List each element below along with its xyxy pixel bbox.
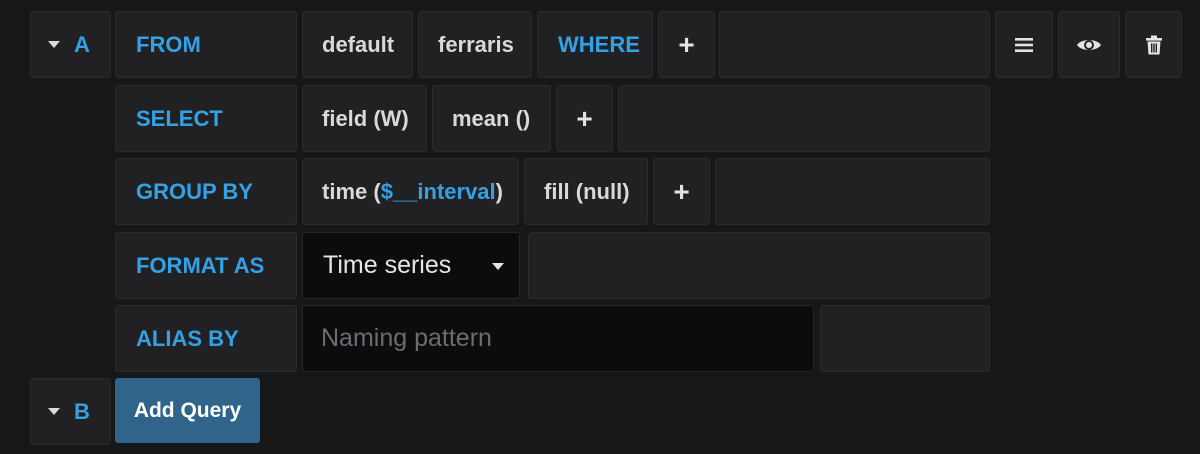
group-by-row-filler [715, 158, 990, 225]
group-by-fill-segment[interactable]: fill (null) [524, 158, 648, 225]
alias-by-input[interactable]: Naming pattern [302, 305, 814, 372]
query-b-toggle[interactable]: B [30, 378, 111, 445]
group-by-time-segment[interactable]: time ($__interval) [302, 158, 519, 225]
delete-query-button[interactable] [1125, 11, 1182, 78]
group-by-time-suffix: ) [495, 178, 503, 204]
format-as-select[interactable]: Time series [302, 232, 520, 299]
toggle-visibility-button[interactable] [1058, 11, 1120, 78]
add-query-button[interactable]: Add Query [115, 378, 260, 443]
select-keyword: SELECT [115, 85, 297, 152]
from-policy-segment[interactable]: default [302, 11, 413, 78]
select-field-segment[interactable]: field (W) [302, 85, 427, 152]
format-as-keyword: FORMAT AS [115, 232, 297, 299]
eye-icon [1077, 39, 1101, 50]
select-row-filler [618, 85, 990, 152]
chevron-down-icon [492, 263, 504, 270]
query-ref-id: A [74, 31, 90, 57]
interval-variable: $__interval [380, 178, 496, 204]
hamburger-menu-icon [1015, 37, 1033, 52]
query-ref-id: B [74, 398, 90, 424]
query-a-toggle[interactable]: A [30, 11, 111, 78]
where-keyword: WHERE [537, 11, 653, 78]
format-as-selected-value: Time series [323, 251, 452, 279]
select-function-segment[interactable]: mean () [432, 85, 551, 152]
query-menu-button[interactable] [995, 11, 1053, 78]
group-by-time-prefix: time ( [322, 178, 381, 204]
alias-by-placeholder: Naming pattern [321, 324, 492, 352]
format-as-row-filler [528, 232, 990, 299]
add-group-by-button[interactable]: + [653, 158, 710, 225]
add-where-button[interactable]: + [658, 11, 715, 78]
add-select-button[interactable]: + [556, 85, 613, 152]
caret-down-icon [48, 408, 60, 415]
query-editor: A FROM default ferraris WHERE + SELECT f… [0, 0, 1200, 454]
from-keyword: FROM [115, 11, 297, 78]
alias-by-keyword: ALIAS BY [115, 305, 297, 372]
alias-by-row-filler [820, 305, 990, 372]
trash-icon [1145, 35, 1162, 54]
from-row-filler [719, 11, 990, 78]
from-measurement-segment[interactable]: ferraris [418, 11, 532, 78]
group-by-keyword: GROUP BY [115, 158, 297, 225]
caret-down-icon [48, 41, 60, 48]
